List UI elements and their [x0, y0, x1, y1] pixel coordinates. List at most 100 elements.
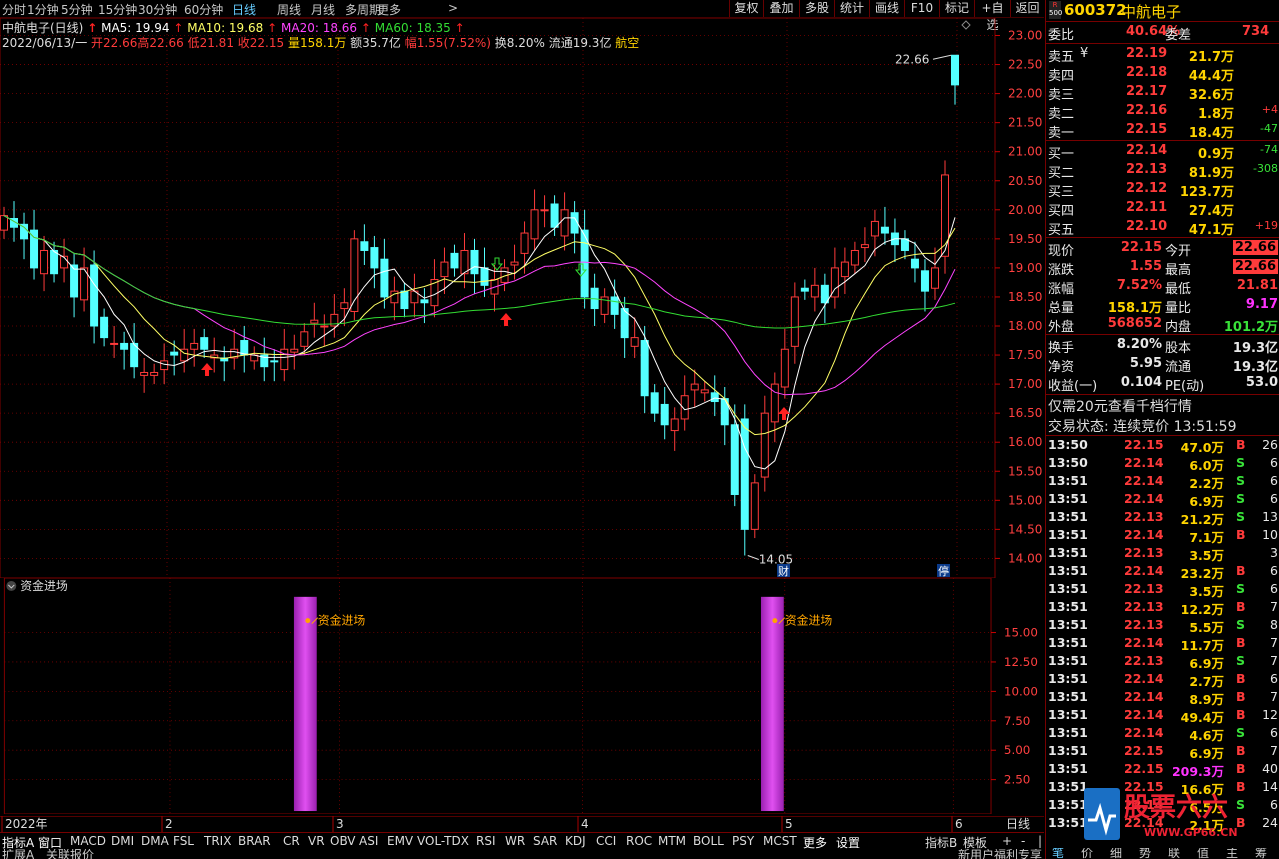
toolbar-button[interactable]: 标记: [939, 0, 974, 17]
candlestick[interactable]: [880, 206, 889, 245]
ask-row[interactable]: 卖一 22.15 18.4万 -47: [1046, 121, 1279, 141]
candlestick[interactable]: [890, 218, 899, 263]
candlestick[interactable]: [260, 337, 269, 382]
related-quote-tab[interactable]: 关联报价: [46, 849, 94, 859]
candlestick[interactable]: [320, 314, 329, 347]
candlestick[interactable]: [330, 294, 339, 338]
indicator-tab[interactable]: RSI: [476, 834, 496, 848]
ask-row[interactable]: 卖四 22.18 44.4万: [1046, 64, 1279, 84]
candlestick[interactable]: [910, 241, 919, 283]
candlestick[interactable]: [530, 189, 539, 251]
candlestick[interactable]: [340, 288, 349, 326]
ask-row[interactable]: 卖五 ¥22.19 21.7万: [1046, 45, 1279, 65]
candlestick[interactable]: [820, 273, 829, 324]
right-tab[interactable]: 筹: [1255, 848, 1267, 859]
indicator-tab[interactable]: MCST: [763, 834, 797, 848]
candlestick[interactable]: [0, 206, 8, 239]
tick-row[interactable]: 13:51 22.13 21.2万 S 13: [1046, 509, 1279, 527]
candlestick[interactable]: [690, 369, 699, 408]
tick-row[interactable]: 13:51 22.13 6.9万 S 7: [1046, 653, 1279, 671]
tick-row[interactable]: 13:51 22.14 11.7万 B 7: [1046, 635, 1279, 653]
right-tab[interactable]: 笔: [1052, 848, 1064, 859]
template-button[interactable]: |: [1038, 834, 1042, 848]
period-tab[interactable]: 15分钟: [98, 1, 137, 18]
period-label[interactable]: 日线: [1006, 817, 1030, 831]
candlestick[interactable]: [410, 273, 419, 318]
candlestick[interactable]: [951, 54, 959, 105]
candlestick[interactable]: [790, 282, 799, 364]
candlestick[interactable]: [570, 201, 579, 254]
indicator-tab[interactable]: BOLL: [693, 834, 724, 848]
candlestick[interactable]: [840, 247, 849, 295]
indicator-tab[interactable]: MACD: [70, 834, 106, 848]
period-tab[interactable]: 30分钟: [138, 1, 177, 18]
candlestick[interactable]: [900, 230, 909, 260]
toolbar-button[interactable]: F10: [904, 0, 939, 17]
candlestick[interactable]: [350, 230, 359, 321]
right-tab[interactable]: 价: [1081, 848, 1093, 859]
right-tab[interactable]: 联: [1168, 848, 1180, 859]
tick-row[interactable]: 13:51 22.13 5.5万 S 8: [1046, 617, 1279, 635]
indicator-tab[interactable]: PSY: [732, 834, 754, 848]
tick-row[interactable]: 13:51 22.13 3.5万 3: [1046, 545, 1279, 563]
tick-row[interactable]: 13:51 22.14 2.2万 S 6: [1046, 473, 1279, 491]
candlestick[interactable]: [760, 395, 769, 492]
kline-chart[interactable]: 23.00 22.50 22.00 21.50 21.00 20.50 20.00 19.50…: [0, 18, 1044, 578]
period-tab[interactable]: 月线: [311, 1, 335, 18]
toolbar-button[interactable]: 返回: [1010, 0, 1044, 17]
tick-row[interactable]: 13:51 22.13 3.5万 S 6: [1046, 581, 1279, 599]
ask-row[interactable]: 卖三 22.17 32.6万: [1046, 83, 1279, 103]
candlestick[interactable]: [610, 279, 619, 329]
period-tab[interactable]: 多周期: [345, 1, 381, 18]
candlestick[interactable]: [140, 357, 149, 393]
collapse-icon[interactable]: [6, 580, 17, 591]
candlestick[interactable]: [860, 227, 869, 263]
indicator-tab[interactable]: DMA: [141, 834, 169, 848]
candlestick[interactable]: [360, 224, 369, 265]
tick-row[interactable]: 13:51 22.14 49.4万 B 12: [1046, 707, 1279, 725]
tick-row[interactable]: 13:51 22.14 2.7万 B 6: [1046, 671, 1279, 689]
tick-row[interactable]: 13:51 22.14 4.6万 S 6: [1046, 725, 1279, 743]
candlestick[interactable]: [290, 334, 299, 370]
template-button[interactable]: -: [1021, 834, 1025, 848]
candlestick[interactable]: [590, 273, 599, 326]
period-tab[interactable]: 分时: [2, 1, 26, 18]
indicator-chart[interactable]: 资金进场15.0012.5010.007.505.002.50资金进场 资金进场: [0, 578, 1044, 814]
candlestick[interactable]: [560, 192, 569, 251]
tick-row[interactable]: 13:51 22.13 12.2万 B 7: [1046, 599, 1279, 617]
candlestick[interactable]: [110, 326, 119, 358]
template-button[interactable]: +: [1002, 834, 1012, 848]
indicator-tab[interactable]: TRIX: [204, 834, 231, 848]
toolbar-button[interactable]: 画线: [869, 0, 904, 17]
candlestick[interactable]: [120, 331, 129, 370]
candlestick[interactable]: [310, 302, 319, 338]
tick-row[interactable]: 13:51 22.15 209.3万 B 40: [1046, 761, 1279, 779]
candlestick[interactable]: [830, 247, 839, 309]
bid-row[interactable]: 买一 22.14 0.9万 -74: [1046, 142, 1279, 162]
toolbar-button[interactable]: 叠加: [763, 0, 799, 17]
signal-bar[interactable]: 资金进场: [760, 596, 832, 812]
tick-row[interactable]: 13:51 22.14 6.9万 S 6: [1046, 491, 1279, 509]
candlestick[interactable]: [920, 259, 929, 312]
tick-row[interactable]: 13:50 22.14 6.0万 S 6: [1046, 455, 1279, 473]
tick-row[interactable]: 13:51 22.14 23.2万 B 6: [1046, 563, 1279, 581]
indicator-tab[interactable]: VR: [308, 834, 325, 848]
indicator-tab[interactable]: FSL: [173, 834, 194, 848]
info-concept[interactable]: 航空: [615, 36, 639, 50]
candlestick[interactable]: [30, 209, 39, 280]
candlestick[interactable]: [780, 328, 789, 399]
candlestick[interactable]: [460, 233, 469, 289]
indicator-tab[interactable]: CCI: [596, 834, 616, 848]
bid-row[interactable]: 买四 22.11 27.4万: [1046, 199, 1279, 219]
indicator-tab[interactable]: KDJ: [565, 834, 586, 848]
period-tab[interactable]: 5分钟: [61, 1, 93, 18]
candlestick[interactable]: [50, 241, 59, 283]
right-tab[interactable]: 势: [1139, 848, 1151, 859]
candlestick[interactable]: [300, 323, 309, 356]
indicator-tab[interactable]: DMI: [111, 834, 134, 848]
indicator-tab[interactable]: WR: [505, 834, 525, 848]
candlestick[interactable]: [20, 212, 29, 260]
period-tab[interactable]: 60分钟: [184, 1, 223, 18]
indicator-tab[interactable]: SAR: [533, 834, 557, 848]
candlestick[interactable]: [640, 326, 649, 414]
